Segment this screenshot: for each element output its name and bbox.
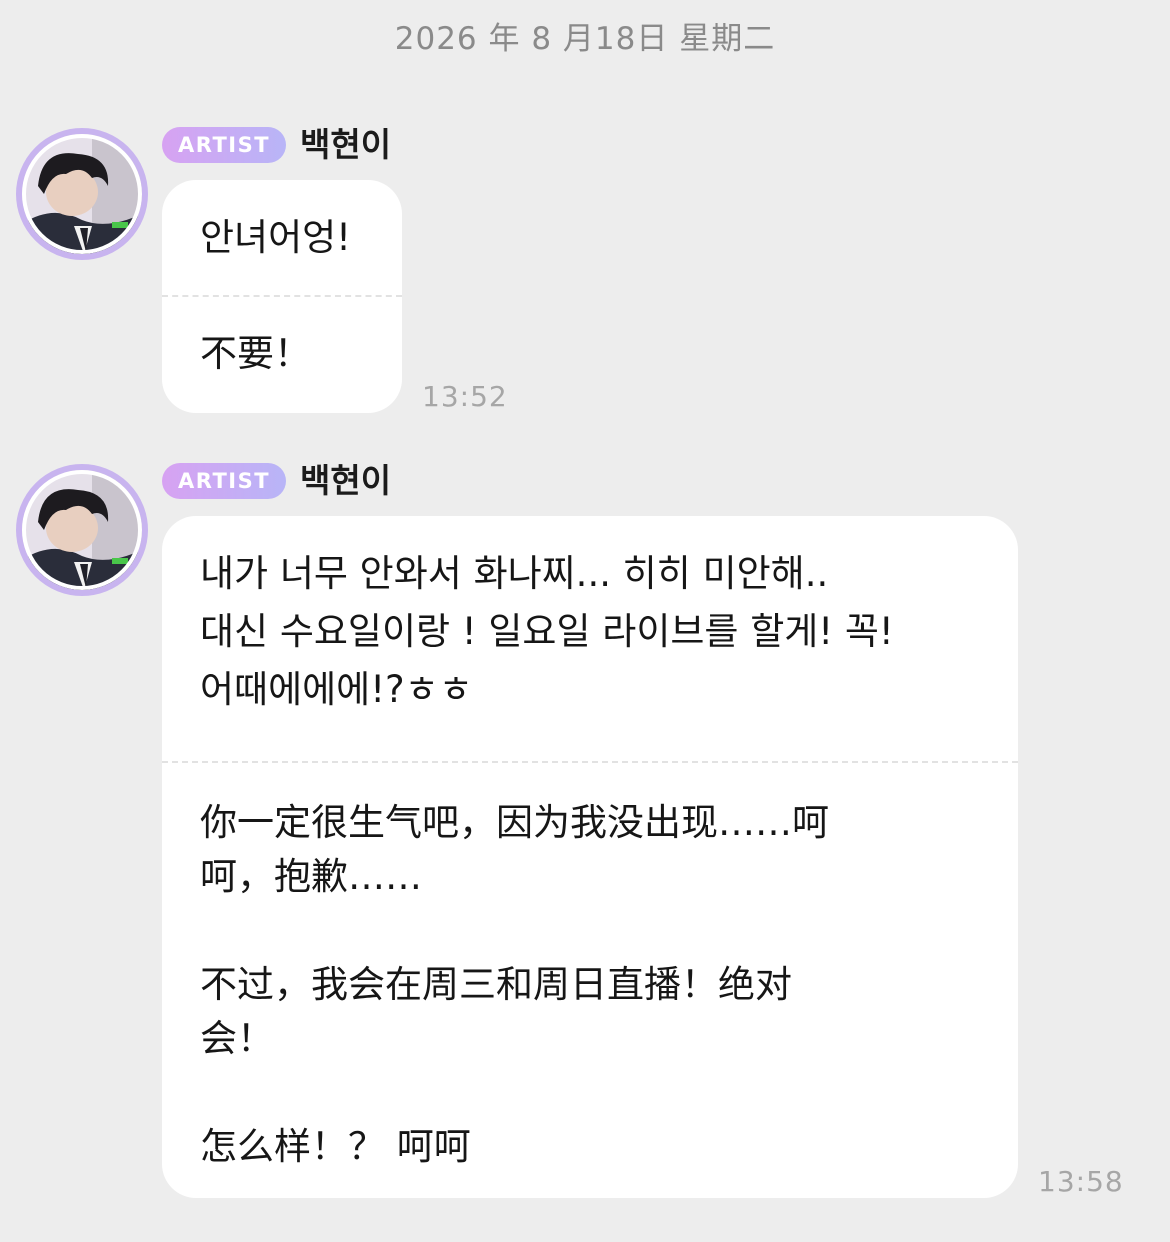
sender-name[interactable]: 백현이 <box>300 125 391 165</box>
message-timestamp: 13:52 <box>422 380 508 413</box>
message-original-text: 내가 너무 안와서 화나찌... 히히 미안해.. 대신 수요일이랑 ! 일요일… <box>200 552 894 711</box>
avatar[interactable] <box>16 128 148 260</box>
message-bubble[interactable]: 내가 너무 안와서 화나찌... 히히 미안해.. 대신 수요일이랑 ! 일요일… <box>162 516 1018 1198</box>
artist-badge: ARTIST <box>162 463 287 499</box>
date-header: 2026 年 8 月18日 星期二 <box>394 21 776 57</box>
message-timestamp: 13:58 <box>1038 1165 1124 1198</box>
message-translation-text: 不要！ <box>200 332 311 375</box>
message-translation-text: 你一定很生气吧，因为我没出现……呵 呵，抱歉…… 不过，我会在周三和周日直播！绝… <box>200 801 829 1168</box>
message-original-text: 안녀어엉! <box>200 216 351 259</box>
sender-name[interactable]: 백현이 <box>300 461 391 501</box>
avatar[interactable] <box>16 464 148 596</box>
artist-badge: ARTIST <box>162 127 287 163</box>
message-bubble[interactable]: 안녀어엉! 不要！ <box>162 180 402 413</box>
